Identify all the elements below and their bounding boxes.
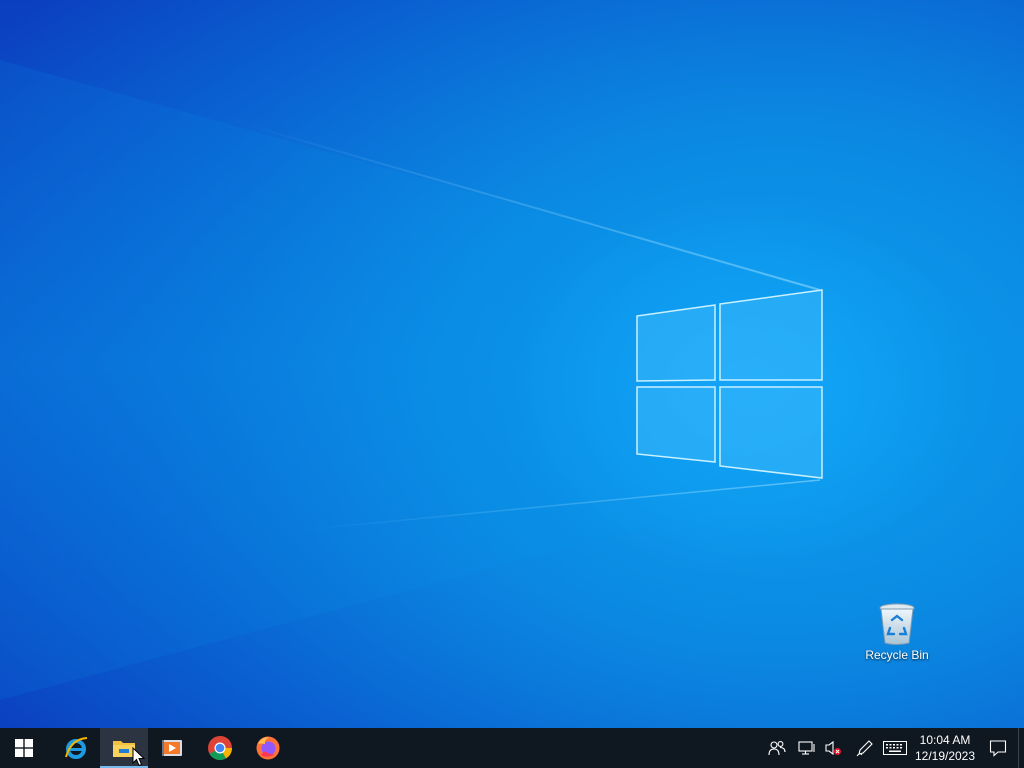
tray-pen-workspace[interactable] [852, 728, 878, 768]
mouse-cursor-icon [132, 747, 146, 767]
clock-time: 10:04 AM [919, 733, 971, 747]
taskbar-media-player[interactable] [148, 728, 196, 768]
system-tray: 10:04 AM 12/19/2023 [764, 728, 1024, 768]
taskbar-chrome[interactable] [196, 728, 244, 768]
recycle-bin-label: Recycle Bin [865, 648, 929, 662]
desktop-icon-recycle-bin[interactable]: Recycle Bin [858, 598, 936, 670]
tray-volume[interactable] [820, 728, 846, 768]
taskbar: 10:04 AM 12/19/2023 [0, 728, 1024, 768]
start-button[interactable] [0, 728, 48, 768]
pen-icon [856, 740, 873, 757]
action-center-button[interactable] [978, 728, 1018, 768]
volume-muted-icon [825, 740, 841, 756]
tray-people[interactable] [764, 728, 790, 768]
media-player-icon [162, 740, 182, 756]
network-icon [798, 741, 815, 755]
recycle-bin-icon [879, 603, 915, 645]
desktop-wallpaper: Recycle Bin [0, 0, 1024, 728]
taskbar-clock[interactable]: 10:04 AM 12/19/2023 [912, 728, 978, 768]
tray-touch-keyboard[interactable] [878, 728, 912, 768]
internet-explorer-icon [65, 737, 88, 759]
people-icon [768, 741, 786, 756]
windows-start-icon [15, 739, 33, 757]
show-desktop-button[interactable] [1018, 728, 1024, 768]
taskbar-internet-explorer[interactable] [52, 728, 100, 768]
keyboard-icon [883, 741, 907, 755]
clock-date: 12/19/2023 [914, 749, 976, 763]
tray-network[interactable] [794, 728, 820, 768]
action-center-icon [989, 740, 1007, 757]
chrome-icon [208, 735, 232, 761]
taskbar-firefox[interactable] [244, 728, 292, 768]
firefox-icon [256, 736, 280, 760]
